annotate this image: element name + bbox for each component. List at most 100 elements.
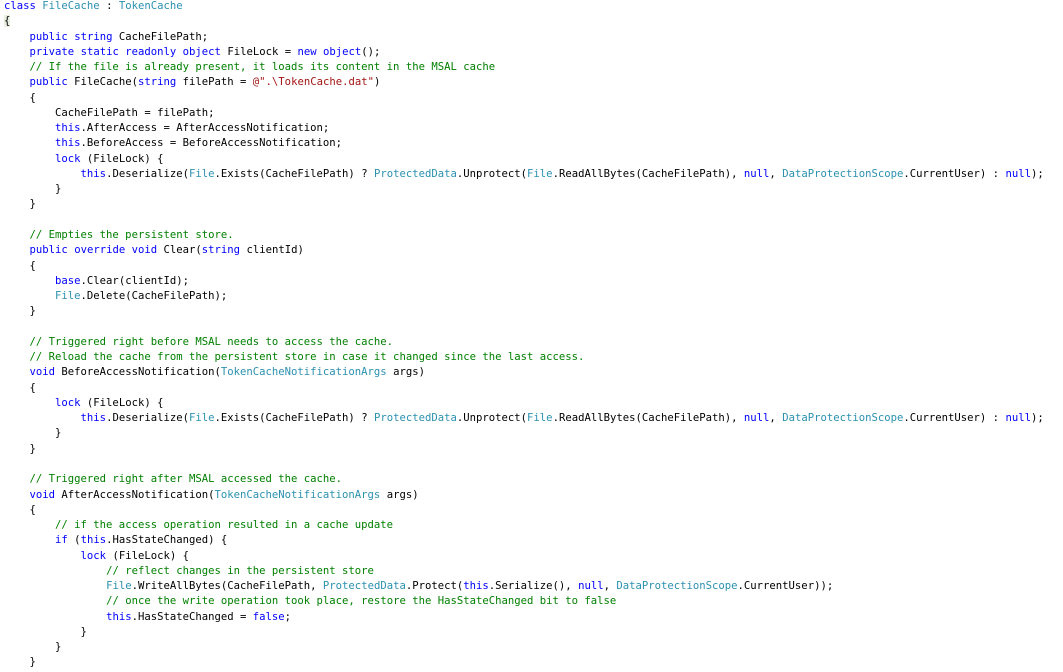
- code-text: .Protect(: [405, 580, 464, 593]
- code-text: }: [4, 198, 36, 211]
- code-editor[interactable]: class FileCache : TokenCache { public str…: [4, 0, 1044, 671]
- keyword: false: [252, 610, 285, 623]
- keyword: base: [55, 274, 81, 287]
- code-text: }: [4, 183, 62, 196]
- code-line: // if the access operation resulted in a…: [4, 518, 1044, 533]
- code-text: CacheFilePath = filePath;: [4, 106, 215, 119]
- code-text: {: [4, 503, 36, 516]
- keyword: null: [743, 412, 770, 425]
- type-name: File: [527, 412, 553, 425]
- code-text: .ReadAllBytes(CacheFilePath),: [552, 167, 744, 180]
- code-text: CacheFilePath;: [112, 30, 209, 43]
- code-text: ,: [603, 580, 617, 593]
- code-text: }: [4, 442, 36, 455]
- code-line: {: [4, 14, 1044, 29]
- code-line: public FileCache(string filePath = @".\T…: [4, 75, 1044, 90]
- code-line: {: [4, 259, 1044, 274]
- code-line: lock (FileLock) {: [4, 152, 1044, 167]
- comment: // if the access operation resulted in a…: [55, 519, 394, 532]
- code-text: .HasStateChanged =: [131, 610, 253, 623]
- type-name: DataProtectionScope: [782, 167, 904, 180]
- type-name: File: [188, 412, 215, 425]
- keyword: null: [743, 167, 770, 180]
- code-line: }: [4, 182, 1044, 197]
- keyword: class: [4, 0, 36, 12]
- keyword: this: [80, 167, 107, 180]
- type-name: TokenCache: [118, 0, 183, 12]
- code-text: FileCache(: [67, 76, 138, 89]
- code-text: }: [4, 656, 36, 669]
- keyword: this: [55, 137, 81, 150]
- code-text: .Unprotect(: [456, 412, 528, 425]
- keyword: this: [80, 534, 107, 547]
- code-line: }: [4, 625, 1044, 640]
- keyword: string: [201, 244, 241, 257]
- code-text: .AfterAccess = AfterAccessNotification;: [80, 122, 330, 135]
- code-line: private static readonly object FileLock …: [4, 45, 1044, 60]
- keyword: void: [29, 488, 56, 501]
- code-line: this.HasStateChanged = false;: [4, 610, 1044, 625]
- code-line: // reflect changes in the persistent sto…: [4, 564, 1044, 579]
- code-text: .Unprotect(: [456, 167, 528, 180]
- code-text: .CurrentUser));: [737, 580, 834, 593]
- type-name: FileCache: [42, 0, 100, 12]
- code-text: args): [386, 366, 425, 379]
- code-text: BeforeAccessNotification(: [55, 366, 221, 379]
- code-text: {: [4, 259, 36, 272]
- code-text: FileLock =: [220, 45, 298, 58]
- type-name: ProtectedData: [373, 167, 457, 180]
- code-text: {: [4, 15, 11, 28]
- keyword: this: [106, 610, 132, 623]
- keyword: object: [182, 45, 221, 58]
- code-line: CacheFilePath = filePath;: [4, 106, 1044, 121]
- type-name: File: [188, 167, 215, 180]
- code-text: clientId): [240, 244, 304, 257]
- code-line: base.Clear(clientId);: [4, 274, 1044, 289]
- type-name: TokenCacheNotificationArgs: [220, 366, 387, 379]
- code-text: Clear(: [157, 244, 202, 257]
- code-text: .BeforeAccess = BeforeAccessNotification…: [80, 137, 343, 150]
- code-text: ): [373, 76, 381, 89]
- code-text: .ReadAllBytes(CacheFilePath),: [552, 412, 744, 425]
- keyword: this: [463, 580, 489, 593]
- code-line: }: [4, 304, 1044, 319]
- comment: // Triggered right after MSAL accessed t…: [29, 473, 343, 486]
- keyword: override: [74, 244, 126, 257]
- code-line: }: [4, 197, 1044, 212]
- type-name: DataProtectionScope: [616, 580, 738, 593]
- keyword: object: [323, 45, 362, 58]
- keyword: lock: [80, 549, 107, 562]
- code-text: {: [4, 381, 36, 394]
- code-text: .Serialize(),: [488, 580, 579, 593]
- code-text: {: [4, 91, 36, 104]
- comment: // If the file is already present, it lo…: [29, 61, 496, 74]
- keyword: this: [80, 412, 107, 425]
- code-text: ;: [284, 610, 292, 623]
- code-line: {: [4, 381, 1044, 396]
- code-text: (FileLock) {: [106, 549, 189, 562]
- code-line: public string CacheFilePath;: [4, 30, 1044, 45]
- code-text: :: [99, 0, 119, 12]
- keyword: string: [74, 30, 113, 43]
- type-name: File: [106, 580, 132, 593]
- keyword: static: [80, 45, 119, 58]
- code-line: {: [4, 91, 1044, 106]
- code-line: // Reload the cache from the persistent …: [4, 350, 1044, 365]
- code-line: }: [4, 426, 1044, 441]
